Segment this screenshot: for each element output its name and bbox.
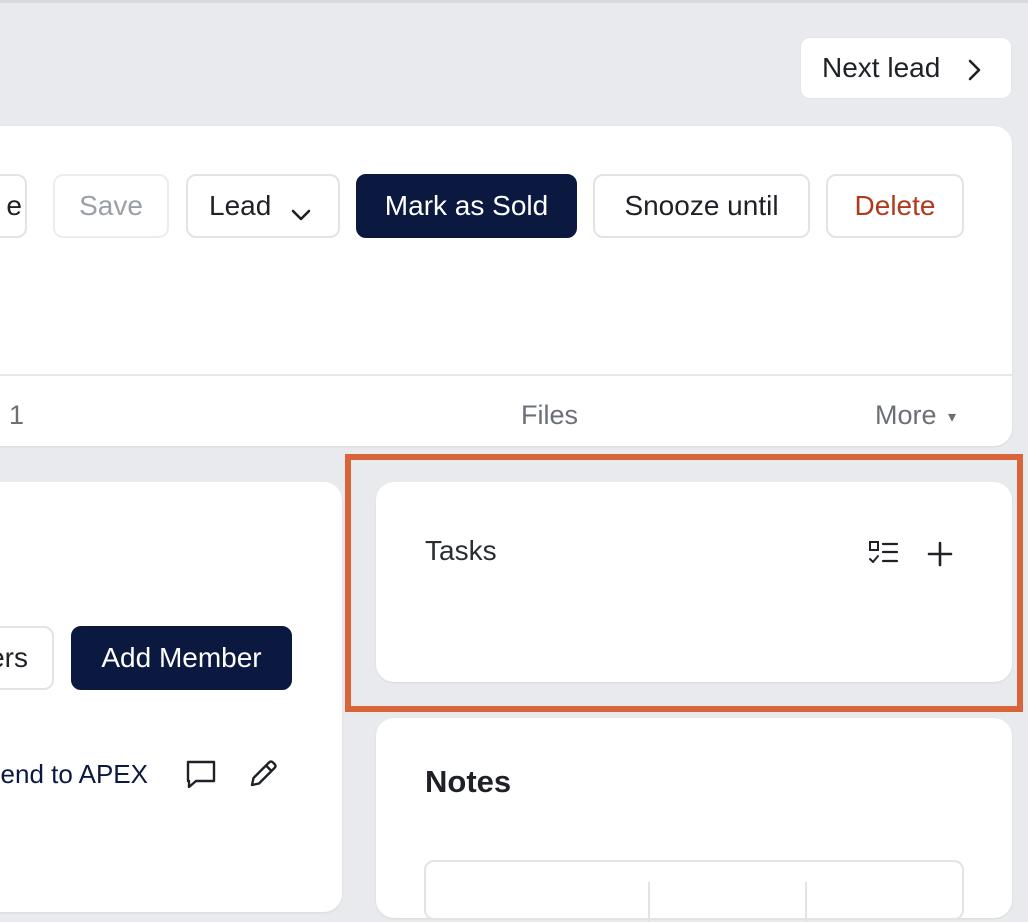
top-border <box>0 0 1028 3</box>
status-dropdown[interactable]: Lead <box>186 174 340 238</box>
delete-label: Delete <box>854 190 936 221</box>
snooze-until-label: Snooze until <box>624 190 779 221</box>
notes-editor-toolbar <box>424 860 964 922</box>
partial-members-label: ers <box>0 642 28 673</box>
save-label: Save <box>79 190 143 221</box>
tabs-divider <box>0 374 1012 376</box>
tab-partial-count[interactable]: 1 <box>9 400 24 431</box>
tasks-card: Tasks <box>376 482 1012 682</box>
save-button[interactable]: Save <box>53 174 169 238</box>
send-to-apex-link[interactable]: Send to APEX <box>0 759 148 790</box>
tab-more[interactable]: More ▾ <box>875 400 956 431</box>
status-dropdown-value: Lead <box>209 190 272 221</box>
notes-title: Notes <box>425 764 512 799</box>
delete-button[interactable]: Delete <box>826 174 964 238</box>
chevron-right-icon <box>963 57 985 81</box>
toolbar-separator <box>648 882 650 922</box>
tab-files[interactable]: Files <box>521 400 578 431</box>
comment-icon[interactable] <box>181 754 221 794</box>
add-member-button[interactable]: Add Member <box>71 626 292 690</box>
task-checklist-icon[interactable] <box>864 534 904 574</box>
notes-card: Notes <box>376 718 1012 922</box>
lead-header-card: e Save Lead Mark as Sold Snooze until De… <box>0 126 1012 446</box>
add-member-label: Add Member <box>101 642 262 673</box>
partial-members-button[interactable]: ers <box>0 626 54 690</box>
caret-down-icon: ▾ <box>948 408 957 426</box>
next-lead-label: Next lead <box>822 52 941 83</box>
next-lead-button[interactable]: Next lead <box>800 37 1012 99</box>
snooze-until-button[interactable]: Snooze until <box>593 174 810 238</box>
toolbar-separator <box>805 882 807 922</box>
add-task-icon[interactable] <box>920 534 960 574</box>
mark-as-sold-button[interactable]: Mark as Sold <box>356 174 577 238</box>
edit-pencil-icon[interactable] <box>243 754 283 794</box>
members-card: ers Add Member Send to APEX <box>0 482 342 912</box>
chevron-down-icon <box>290 198 312 221</box>
tab-more-label: More <box>875 400 937 430</box>
partial-left-label: e <box>6 190 22 221</box>
mark-as-sold-label: Mark as Sold <box>384 190 549 221</box>
partial-left-button[interactable]: e <box>0 174 27 238</box>
tasks-title: Tasks <box>425 535 497 566</box>
